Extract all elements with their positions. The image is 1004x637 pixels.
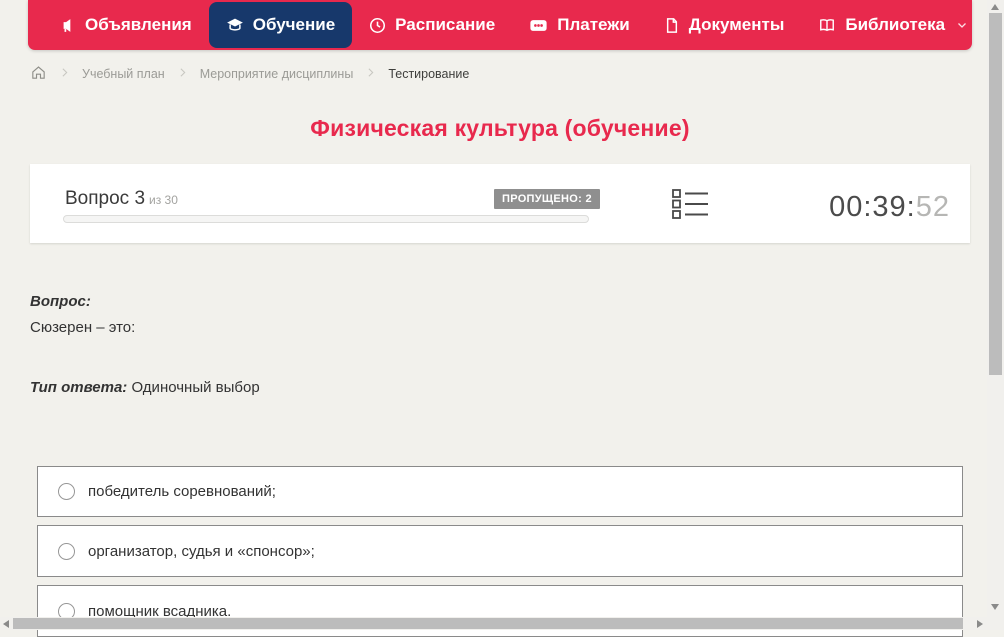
scroll-down-arrow[interactable] <box>991 604 999 610</box>
nav-item-documents[interactable]: Документы <box>647 0 802 50</box>
question-prompt-text: Сюзерен – это: <box>30 319 136 336</box>
nav-item-label: Обучение <box>252 15 336 34</box>
answer-option-label: организатор, судья и «спонсор»; <box>88 542 315 560</box>
nav-item-learning[interactable]: Обучение <box>208 2 353 48</box>
home-icon[interactable] <box>30 64 47 84</box>
answer-option-label: победитель соревнований; <box>88 483 276 500</box>
question-number-text: Вопрос 3 <box>65 188 146 209</box>
nav-item-label: Расписание <box>395 15 496 34</box>
nav-item-label: Платежи <box>557 15 630 34</box>
graduation-cap-icon <box>226 16 244 34</box>
progress-bar <box>63 215 589 223</box>
question-of-total: из 30 <box>149 193 178 207</box>
chevron-right-icon <box>176 66 189 82</box>
nav-item-schedule[interactable]: Расписание <box>352 0 512 50</box>
payments-icon <box>529 17 548 34</box>
book-icon <box>818 17 836 34</box>
scroll-up-arrow[interactable] <box>991 4 999 10</box>
answer-option[interactable]: организатор, судья и «спонсор»; <box>37 525 963 577</box>
lms-testing-page: { "nav": { "items": [ {"label": "Объявле… <box>0 0 1004 637</box>
nav-item-library[interactable]: Библиотека <box>801 0 985 50</box>
timer: 00:39:52 <box>829 191 950 224</box>
scroll-right-arrow[interactable] <box>977 620 983 628</box>
question-number: Вопрос 3 из 30 <box>65 188 178 210</box>
list-icon <box>672 189 710 223</box>
radio-button[interactable] <box>58 483 75 500</box>
breadcrumb-item-testing: Тестирование <box>388 67 470 81</box>
chevron-right-icon <box>58 66 71 82</box>
answer-type-label: Тип ответа: <box>30 379 128 396</box>
radio-button[interactable] <box>58 542 75 560</box>
document-icon <box>664 17 680 34</box>
main-navbar: Объявления Обучение Расписание Платежи Д… <box>28 0 972 50</box>
answer-type-value: Одиночный выбор <box>131 379 260 396</box>
answer-type-row: Тип ответа: Одиночный выбор <box>30 379 260 396</box>
scrollbar-corner <box>987 617 1004 630</box>
timer-hhmm: 00:39: <box>829 191 916 223</box>
answer-option[interactable]: победитель соревнований; <box>37 466 963 517</box>
question-list-button[interactable] <box>672 189 710 219</box>
page-title: Физическая культура (обучение) <box>310 115 690 141</box>
breadcrumb-item-study-plan[interactable]: Учебный план <box>82 67 165 81</box>
breadcrumb-item-discipline-event[interactable]: Мероприятие дисциплины <box>200 67 354 81</box>
chevron-down-icon <box>956 19 968 31</box>
megaphone-icon <box>59 17 76 34</box>
nav-item-announcements[interactable]: Объявления <box>42 0 209 50</box>
question-prompt-label: Вопрос: <box>30 293 91 310</box>
nav-item-label: Объявления <box>85 15 192 34</box>
timer-seconds: 52 <box>915 191 950 223</box>
vertical-scrollbar-thumb[interactable] <box>989 13 1002 375</box>
chevron-right-icon <box>364 66 377 82</box>
clock-icon <box>369 17 386 34</box>
nav-item-label: Документы <box>688 15 785 34</box>
nav-item-payments[interactable]: Платежи <box>512 0 647 50</box>
horizontal-scrollbar-thumb[interactable] <box>13 618 963 629</box>
horizontal-scrollbar[interactable] <box>0 617 987 630</box>
vertical-scrollbar[interactable] <box>987 0 1004 617</box>
nav-item-label: Библиотека <box>845 15 946 34</box>
skipped-badge: ПРОПУЩЕНО: 2 <box>494 189 600 209</box>
scroll-left-arrow[interactable] <box>3 620 9 628</box>
breadcrumb: Учебный план Мероприятие дисциплины Тест… <box>30 62 469 86</box>
question-card: Вопрос 3 из 30 ПРОПУЩЕНО: 2 00:39:52 <box>30 164 970 243</box>
